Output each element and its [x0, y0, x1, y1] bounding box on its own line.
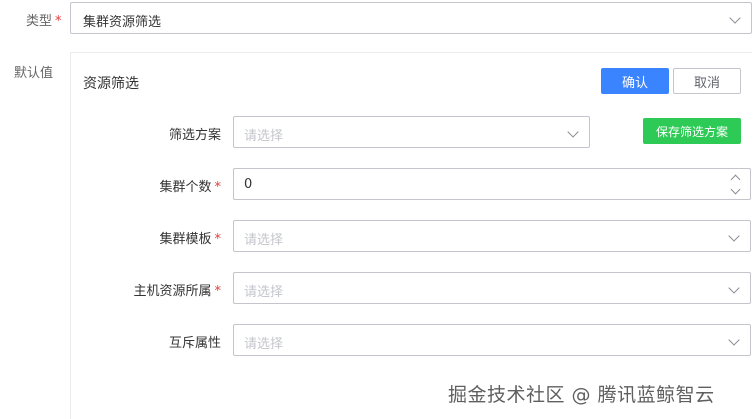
filter-scheme-label-wrap: 筛选方案 [71, 116, 221, 148]
type-select-value: 集群资源筛选 [83, 15, 162, 30]
type-label: 类型 * [26, 14, 62, 29]
cluster-count-input[interactable]: 0 [233, 168, 751, 200]
confirm-button[interactable]: 确认 [601, 68, 669, 94]
save-filter-scheme-button[interactable]: 保存筛选方案 [643, 118, 741, 144]
cluster-count-label-wrap: 集群个数 * [71, 168, 221, 200]
required-mark: * [214, 284, 222, 299]
filter-scheme-select[interactable]: 请选择 [233, 116, 590, 148]
watermark: 掘金技术社区 @ 腾讯蓝鲸智云 [448, 384, 715, 406]
cancel-button[interactable]: 取消 [673, 68, 741, 94]
filter-scheme-placeholder: 请选择 [244, 129, 284, 144]
chevron-down-icon [729, 12, 741, 24]
host-resource-owner-placeholder: 请选择 [244, 285, 284, 300]
type-select[interactable]: 集群资源筛选 [70, 2, 752, 34]
required-mark: * [214, 232, 222, 247]
chevron-down-icon [567, 126, 579, 138]
mutex-attribute-select[interactable]: 请选择 [233, 324, 751, 356]
chevron-down-icon [728, 230, 740, 242]
cluster-count-label: 集群个数 * [159, 180, 222, 195]
host-resource-owner-label-wrap: 主机资源所属 * [71, 272, 221, 304]
cluster-template-placeholder: 请选择 [244, 233, 284, 248]
host-resource-owner-label: 主机资源所属 * [133, 284, 222, 299]
chevron-down-icon [728, 282, 740, 294]
panel-title: 资源筛选 [83, 76, 139, 92]
mutex-attribute-label: 互斥属性 [168, 336, 221, 351]
resource-filter-panel: 资源筛选 确认 取消 筛选方案 请选择 保存筛选方案 集群个数 * 0 集群模板 *… [70, 52, 752, 419]
cluster-template-label-wrap: 集群模板 * [71, 220, 221, 252]
mutex-attribute-placeholder: 请选择 [244, 337, 284, 352]
chevron-down-icon [728, 334, 740, 346]
chevron-down-icon[interactable] [730, 186, 740, 196]
cluster-template-label: 集群模板 * [159, 232, 222, 247]
default-value-label: 默认值 [14, 66, 54, 81]
chevron-up-icon[interactable] [730, 173, 740, 183]
cluster-template-select[interactable]: 请选择 [233, 220, 751, 252]
mutex-attribute-label-wrap: 互斥属性 [71, 324, 221, 356]
filter-scheme-label: 筛选方案 [168, 128, 221, 143]
required-mark: * [214, 180, 222, 195]
required-mark: * [55, 14, 62, 29]
type-row: 类型 * 集群资源筛选 [0, 2, 756, 34]
cluster-count-value: 0 [244, 177, 253, 192]
host-resource-owner-select[interactable]: 请选择 [233, 272, 751, 304]
